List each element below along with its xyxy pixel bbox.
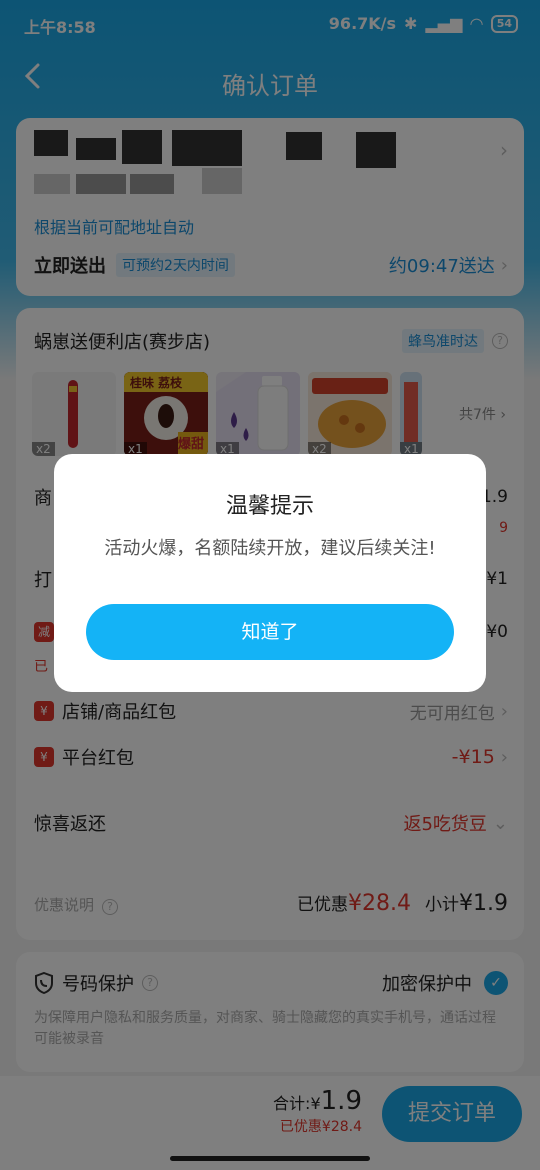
home-indicator[interactable]: [170, 1156, 370, 1161]
notice-dialog: 温馨提示 活动火爆，名额陆续开放，建议后续关注! 知道了: [54, 454, 486, 692]
dialog-title: 温馨提示: [225, 494, 314, 519]
dialog-message: 活动火爆，名额陆续开放，建议后续关注!: [104, 538, 436, 559]
dialog-ok-button[interactable]: 知道了: [86, 604, 454, 660]
